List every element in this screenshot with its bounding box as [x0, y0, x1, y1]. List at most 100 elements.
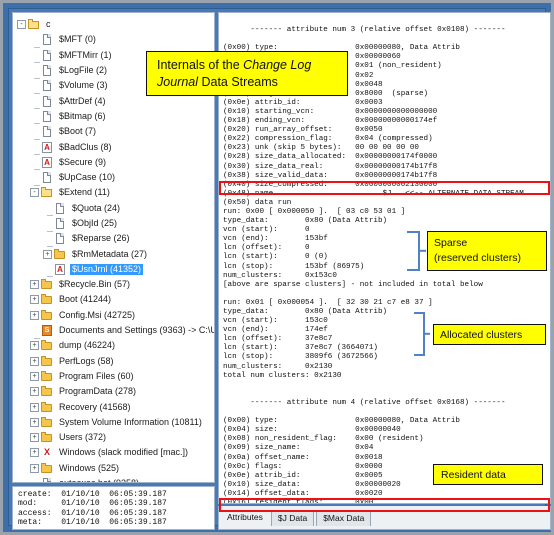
tree-item-label: $BadClus (8)	[59, 141, 112, 152]
folder-icon	[41, 355, 53, 367]
detail-line: (0x09) size_name: 0x04	[223, 444, 374, 453]
detail-line	[223, 17, 550, 26]
detail-line: [above are sparse clusters] - not includ…	[223, 280, 483, 289]
tree-item[interactable]: + Config.Msi (42725)	[17, 308, 214, 323]
tree-item[interactable]: $Quota (24)	[17, 201, 214, 217]
expand-toggle-icon[interactable]: +	[30, 417, 39, 427]
tree-item[interactable]: $Reparse (26)	[17, 231, 214, 247]
tree-item[interactable]: $ObjId (25)	[17, 216, 214, 232]
folder-icon	[41, 462, 53, 474]
collapse-toggle-icon[interactable]: -	[17, 20, 26, 30]
tab-j-data[interactable]: $J Data	[270, 510, 315, 526]
highlight-box-max-stream	[219, 498, 550, 512]
tree-item[interactable]: + Recovery (41568)	[17, 399, 214, 414]
tab-max-data[interactable]: $Max Data	[316, 510, 372, 526]
expand-toggle-icon[interactable]: +	[30, 371, 39, 381]
tree-item[interactable]: + Program Files (60)	[17, 369, 214, 384]
tree-item-label: $MFTMirr (1)	[59, 49, 112, 60]
tree-item[interactable]: + Windows (slack modified [mac.])	[17, 445, 214, 460]
expand-toggle-icon[interactable]: +	[30, 387, 39, 397]
tree-item-label: Users (372)	[59, 432, 107, 443]
allocated-brace	[414, 312, 425, 356]
window-client-area: - c $MFT (0) $MFTMirr (1) $LogFile (2) $Volum…	[8, 8, 551, 530]
detail-line: (0x10) starting_vcn: 0x0000000000000000	[223, 107, 438, 116]
tree-item[interactable]: Documents and Settings (9363) -> C:\User…	[17, 323, 214, 339]
folder-icon	[41, 386, 53, 397]
highlight-box-j-stream	[219, 181, 550, 195]
expand-toggle-icon[interactable]: +	[30, 402, 39, 412]
file-icon	[41, 172, 53, 184]
tree-item[interactable]: + $RmMetadata (27)	[17, 246, 214, 261]
tree-item[interactable]: $UpCase (10)	[17, 170, 214, 186]
tree-item-label: ProgramData (278)	[59, 386, 137, 397]
tree-item[interactable]: $UsnJrnl (41352)	[17, 262, 214, 278]
tab-attributes[interactable]: Attributes	[221, 510, 269, 525]
callout-sparse-line2: (reserved clusters)	[434, 251, 521, 264]
detail-line: (0x00) type: 0x00000080, Data Attrib	[223, 417, 460, 426]
tree-item[interactable]: + Boot (41244)	[17, 292, 214, 307]
detail-line: total num clusters: 0x2130	[223, 371, 342, 380]
expand-toggle-icon[interactable]: +	[30, 310, 39, 320]
file-icon	[41, 478, 53, 482]
tree-item-label: $Quota (24)	[72, 202, 121, 213]
detail-line: (0x30) size_data_real: 0x00000000174b17f…	[223, 162, 438, 171]
alert-a-icon	[41, 156, 53, 168]
tree-item[interactable]: + dump (46224)	[17, 338, 214, 353]
file-icon	[54, 218, 66, 229]
detail-line	[223, 35, 550, 44]
tree-item[interactable]: + $Recycle.Bin (57)	[17, 277, 214, 292]
detail-line: lcn (start): 37e8c7 (3664071)	[223, 344, 378, 353]
timestamp-row: mod: 01/10/10 06:05:39.187	[18, 499, 167, 509]
tree-item[interactable]: $Bitmap (6)	[17, 109, 214, 125]
expand-toggle-icon[interactable]: +	[30, 295, 39, 305]
folder-icon	[41, 340, 53, 351]
tree-item[interactable]: + PerfLogs (58)	[17, 354, 214, 369]
expand-toggle-icon[interactable]: +	[30, 433, 39, 443]
tree-item[interactable]: autoexec.bat (9358)	[17, 476, 214, 482]
folder-icon	[41, 401, 53, 413]
detail-line: run: 0x00 [ 0x000050 ]. [ 03 c0 53 01 ]	[223, 207, 406, 216]
tree-item[interactable]: + Windows (525)	[17, 461, 214, 476]
expand-toggle-icon[interactable]: +	[30, 356, 39, 366]
expand-toggle-icon[interactable]: +	[30, 448, 39, 458]
tree-item[interactable]: - $Extend (11)	[17, 185, 214, 200]
timestamp-row: create: 01/10/10 06:05:39.187	[18, 490, 167, 499]
callout-sparse-line1: Sparse	[434, 237, 468, 249]
expand-toggle-icon[interactable]: +	[30, 463, 39, 473]
detail-line: (0x18) ending_vcn: 0x00000000000174ef	[223, 117, 438, 126]
detail-line: lcn (stop): 3809f6 (3672566)	[223, 353, 378, 362]
sparse-brace	[407, 231, 420, 271]
folder-icon	[41, 294, 53, 305]
tree-item-label: c	[46, 19, 51, 30]
detail-line: (0x0a) offset_name: 0x0018	[223, 453, 383, 462]
file-icon	[41, 34, 53, 46]
tree-item[interactable]: -c	[17, 17, 214, 32]
tree-item[interactable]: + Users (372)	[17, 430, 214, 445]
tree-item[interactable]: $BadClus (8)	[17, 139, 214, 156]
detail-line: (0x28) size_data_allocated: 0x0000000017…	[223, 153, 438, 162]
tree-item[interactable]: + System Volume Information (10811)	[17, 415, 214, 430]
collapse-toggle-icon[interactable]: -	[30, 188, 39, 198]
tree-item-label: System Volume Information (10811)	[59, 416, 202, 427]
expand-toggle-icon[interactable]: +	[43, 249, 52, 259]
folder-icon	[41, 370, 53, 382]
detail-line: run: 0x01 [ 0x000054 ]. [ 32 30 21 c7 e8…	[223, 298, 433, 307]
detail-line: (0x08) non_resident_flag: 0x00 (resident…	[223, 435, 424, 444]
tree-item-label: $Reparse (26)	[72, 233, 130, 244]
expand-toggle-icon[interactable]: +	[30, 341, 39, 351]
callout-allocated: Allocated clusters	[433, 324, 546, 345]
timestamp-row: access: 01/10/10 06:05:39.187	[18, 508, 167, 518]
tree-item-label: $Bitmap (6)	[59, 110, 106, 121]
tree-item[interactable]: $Secure (9)	[17, 155, 214, 171]
tree-item[interactable]: $MFT (0)	[17, 32, 214, 48]
detail-line: (0x38) size_valid_data: 0x00000000174b17…	[223, 171, 438, 180]
tree-item[interactable]: $Boot (7)	[17, 124, 214, 140]
tree-item-label: Windows (525)	[59, 462, 120, 473]
expand-toggle-icon[interactable]: +	[30, 280, 39, 290]
tree-item-label: $ObjId (25)	[72, 218, 118, 228]
detail-line: (0x23) unk (skip 5 bytes): 00 00 00 00 0…	[223, 144, 419, 153]
tree-item-label: $LogFile (2)	[59, 65, 108, 76]
file-icon	[54, 233, 66, 245]
tree-item[interactable]: + ProgramData (278)	[17, 384, 214, 399]
detail-line: (0x50) data run	[223, 198, 292, 207]
